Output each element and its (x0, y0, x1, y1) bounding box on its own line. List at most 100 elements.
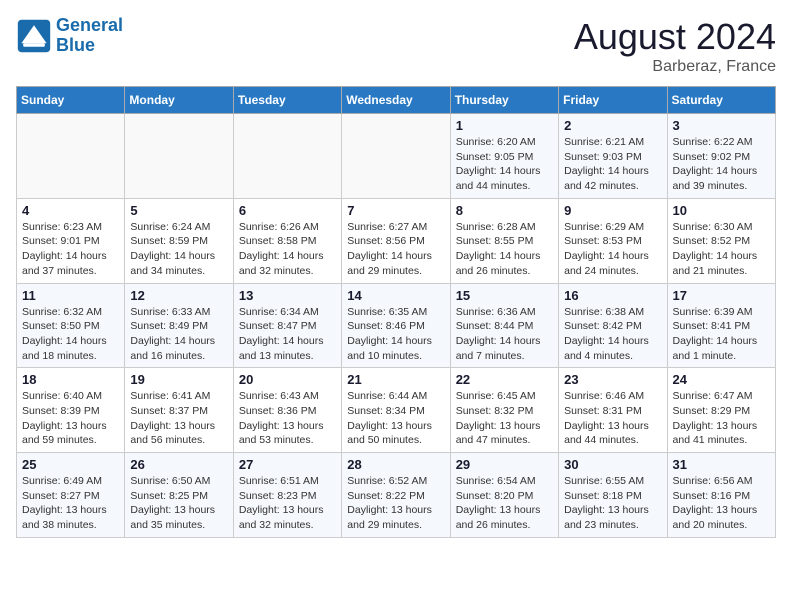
weekday-header: Friday (559, 87, 667, 114)
calendar-day-cell: 19 Sunrise: 6:41 AMSunset: 8:37 PMDayligh… (125, 368, 233, 453)
day-info: Sunrise: 6:24 AMSunset: 8:59 PMDaylight:… (130, 220, 227, 279)
day-info: Sunrise: 6:55 AMSunset: 8:18 PMDaylight:… (564, 474, 661, 533)
calendar-header: SundayMondayTuesdayWednesdayThursdayFrid… (17, 87, 776, 114)
calendar-day-cell (17, 114, 125, 199)
day-number: 7 (347, 203, 444, 218)
day-info: Sunrise: 6:23 AMSunset: 9:01 PMDaylight:… (22, 220, 119, 279)
day-info: Sunrise: 6:38 AMSunset: 8:42 PMDaylight:… (564, 305, 661, 364)
day-number: 17 (673, 288, 770, 303)
calendar-day-cell: 12Sunrise: 6:33 AMSunset: 8:49 PMDayligh… (125, 283, 233, 368)
day-number: 27 (239, 457, 336, 472)
day-number: 25 (22, 457, 119, 472)
day-info: Sunrise: 6:34 AMSunset: 8:47 PMDaylight:… (239, 305, 336, 364)
day-number: 13 (239, 288, 336, 303)
day-number: 15 (456, 288, 553, 303)
calendar-day-cell: 18 Sunrise: 6:40 AMSunset: 8:39 PMDayligh… (17, 368, 125, 453)
weekday-header: Thursday (450, 87, 558, 114)
day-number: 6 (239, 203, 336, 218)
day-number: 29 (456, 457, 553, 472)
day-info: Sunrise: 6:49 AMSunset: 8:27 PMDaylight:… (22, 474, 119, 533)
day-number: 8 (456, 203, 553, 218)
day-info: Sunrise: 6:28 AMSunset: 8:55 PMDaylight:… (456, 220, 553, 279)
day-number: 20 (239, 372, 336, 387)
calendar-week-row: 4 Sunrise: 6:23 AMSunset: 9:01 PMDaylight… (17, 198, 776, 283)
weekday-header: Tuesday (233, 87, 341, 114)
day-info: Sunrise: 6:46 AMSunset: 8:31 PMDaylight:… (564, 389, 661, 448)
calendar-day-cell: 21 Sunrise: 6:44 AMSunset: 8:34 PMDayligh… (342, 368, 450, 453)
calendar-table: SundayMondayTuesdayWednesdayThursdayFrid… (16, 86, 776, 538)
day-info: Sunrise: 6:26 AMSunset: 8:58 PMDaylight:… (239, 220, 336, 279)
calendar-day-cell: 22Sunrise: 6:45 AMSunset: 8:32 PMDayligh… (450, 368, 558, 453)
calendar-day-cell: 17Sunrise: 6:39 AMSunset: 8:41 PMDayligh… (667, 283, 775, 368)
day-number: 10 (673, 203, 770, 218)
weekday-header: Saturday (667, 87, 775, 114)
day-info: Sunrise: 6:43 AMSunset: 8:36 PMDaylight:… (239, 389, 336, 448)
calendar-day-cell: 11Sunrise: 6:32 AMSunset: 8:50 PMDayligh… (17, 283, 125, 368)
calendar-day-cell: 31 Sunrise: 6:56 AMSunset: 8:16 PMDayligh… (667, 453, 775, 538)
calendar-week-row: 25 Sunrise: 6:49 AMSunset: 8:27 PMDayligh… (17, 453, 776, 538)
day-info: Sunrise: 6:44 AMSunset: 8:34 PMDaylight:… (347, 389, 444, 448)
calendar-week-row: 18 Sunrise: 6:40 AMSunset: 8:39 PMDayligh… (17, 368, 776, 453)
day-info: Sunrise: 6:27 AMSunset: 8:56 PMDaylight:… (347, 220, 444, 279)
title-block: August 2024 Barberaz, France (574, 16, 776, 76)
calendar-day-cell (233, 114, 341, 199)
calendar-day-cell: 3 Sunrise: 6:22 AMSunset: 9:02 PMDaylight… (667, 114, 775, 199)
day-number: 14 (347, 288, 444, 303)
location: Barberaz, France (574, 58, 776, 76)
day-number: 31 (673, 457, 770, 472)
calendar-day-cell: 25 Sunrise: 6:49 AMSunset: 8:27 PMDayligh… (17, 453, 125, 538)
day-number: 3 (673, 118, 770, 133)
calendar-day-cell: 8 Sunrise: 6:28 AMSunset: 8:55 PMDaylight… (450, 198, 558, 283)
day-info: Sunrise: 6:56 AMSunset: 8:16 PMDaylight:… (673, 474, 770, 533)
calendar-week-row: 11Sunrise: 6:32 AMSunset: 8:50 PMDayligh… (17, 283, 776, 368)
day-info: Sunrise: 6:51 AMSunset: 8:23 PMDaylight:… (239, 474, 336, 533)
calendar-day-cell: 23Sunrise: 6:46 AMSunset: 8:31 PMDayligh… (559, 368, 667, 453)
calendar-week-row: 1Sunrise: 6:20 AMSunset: 9:05 PMDaylight… (17, 114, 776, 199)
day-number: 22 (456, 372, 553, 387)
day-number: 30 (564, 457, 661, 472)
day-info: Sunrise: 6:20 AMSunset: 9:05 PMDaylight:… (456, 135, 553, 194)
day-number: 2 (564, 118, 661, 133)
calendar-body: 1Sunrise: 6:20 AMSunset: 9:05 PMDaylight… (17, 114, 776, 538)
calendar-day-cell: 26Sunrise: 6:50 AMSunset: 8:25 PMDayligh… (125, 453, 233, 538)
calendar-day-cell: 14 Sunrise: 6:35 AMSunset: 8:46 PMDayligh… (342, 283, 450, 368)
day-info: Sunrise: 6:29 AMSunset: 8:53 PMDaylight:… (564, 220, 661, 279)
weekday-header: Sunday (17, 87, 125, 114)
day-number: 18 (22, 372, 119, 387)
page-header: General Blue August 2024 Barberaz, Franc… (16, 16, 776, 76)
logo-text: General Blue (56, 16, 123, 56)
day-info: Sunrise: 6:41 AMSunset: 8:37 PMDaylight:… (130, 389, 227, 448)
calendar-day-cell: 27 Sunrise: 6:51 AMSunset: 8:23 PMDayligh… (233, 453, 341, 538)
day-number: 21 (347, 372, 444, 387)
calendar-day-cell: 2 Sunrise: 6:21 AMSunset: 9:03 PMDaylight… (559, 114, 667, 199)
calendar-day-cell: 13 Sunrise: 6:34 AMSunset: 8:47 PMDayligh… (233, 283, 341, 368)
calendar-day-cell: 1Sunrise: 6:20 AMSunset: 9:05 PMDaylight… (450, 114, 558, 199)
day-info: Sunrise: 6:22 AMSunset: 9:02 PMDaylight:… (673, 135, 770, 194)
day-info: Sunrise: 6:50 AMSunset: 8:25 PMDaylight:… (130, 474, 227, 533)
day-number: 11 (22, 288, 119, 303)
day-number: 16 (564, 288, 661, 303)
calendar-day-cell: 5 Sunrise: 6:24 AMSunset: 8:59 PMDaylight… (125, 198, 233, 283)
weekday-header: Wednesday (342, 87, 450, 114)
calendar-day-cell: 7 Sunrise: 6:27 AMSunset: 8:56 PMDaylight… (342, 198, 450, 283)
weekday-row: SundayMondayTuesdayWednesdayThursdayFrid… (17, 87, 776, 114)
calendar-day-cell: 4 Sunrise: 6:23 AMSunset: 9:01 PMDaylight… (17, 198, 125, 283)
logo-icon (16, 18, 52, 54)
day-info: Sunrise: 6:52 AMSunset: 8:22 PMDaylight:… (347, 474, 444, 533)
day-info: Sunrise: 6:21 AMSunset: 9:03 PMDaylight:… (564, 135, 661, 194)
calendar-day-cell: 30 Sunrise: 6:55 AMSunset: 8:18 PMDayligh… (559, 453, 667, 538)
day-info: Sunrise: 6:35 AMSunset: 8:46 PMDaylight:… (347, 305, 444, 364)
month-title: August 2024 (574, 16, 776, 58)
calendar-day-cell: 29Sunrise: 6:54 AMSunset: 8:20 PMDayligh… (450, 453, 558, 538)
day-info: Sunrise: 6:47 AMSunset: 8:29 PMDaylight:… (673, 389, 770, 448)
calendar-day-cell: 6 Sunrise: 6:26 AMSunset: 8:58 PMDaylight… (233, 198, 341, 283)
day-info: Sunrise: 6:30 AMSunset: 8:52 PMDaylight:… (673, 220, 770, 279)
day-number: 4 (22, 203, 119, 218)
calendar-day-cell: 20 Sunrise: 6:43 AMSunset: 8:36 PMDayligh… (233, 368, 341, 453)
day-number: 5 (130, 203, 227, 218)
day-info: Sunrise: 6:40 AMSunset: 8:39 PMDaylight:… (22, 389, 119, 448)
day-info: Sunrise: 6:36 AMSunset: 8:44 PMDaylight:… (456, 305, 553, 364)
day-number: 19 (130, 372, 227, 387)
calendar-day-cell: 10 Sunrise: 6:30 AMSunset: 8:52 PMDayligh… (667, 198, 775, 283)
weekday-header: Monday (125, 87, 233, 114)
